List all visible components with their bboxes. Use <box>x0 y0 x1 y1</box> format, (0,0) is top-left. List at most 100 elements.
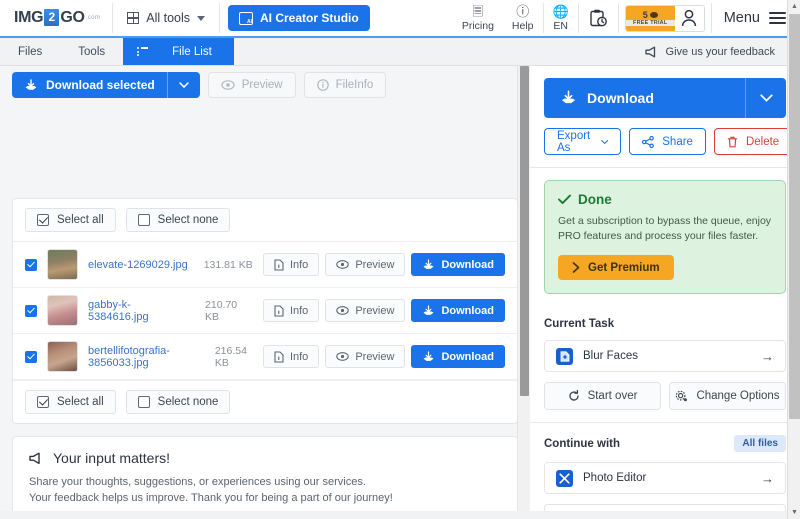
preview-button[interactable]: Preview <box>325 299 406 322</box>
tab-file-list[interactable]: File List <box>123 38 234 65</box>
file-name-link[interactable]: bertellifotografia-3856033.jpg <box>88 345 199 369</box>
download-button[interactable]: Download <box>411 345 505 368</box>
current-task-item[interactable]: Blur Faces → <box>544 340 786 372</box>
get-premium-label: Get Premium <box>588 261 660 274</box>
history-button[interactable] <box>579 0 618 37</box>
chevron-down-icon <box>759 94 773 102</box>
preview-button[interactable]: Preview <box>325 253 406 276</box>
start-over-button[interactable]: Start over <box>544 382 661 410</box>
give-feedback-link[interactable]: Give us your feedback <box>644 38 800 65</box>
done-title: Done <box>578 192 612 207</box>
row-checkbox[interactable] <box>25 258 37 271</box>
avatar[interactable] <box>674 5 704 31</box>
table-row[interactable]: gabby-k-5384616.jpg 210.70 KB Info Previ… <box>13 288 517 334</box>
info-label: Info <box>289 304 309 317</box>
empty-area <box>0 98 530 186</box>
download-selected-dropdown[interactable] <box>168 82 200 88</box>
eye-icon <box>221 80 235 90</box>
share-button[interactable]: Share <box>629 128 706 155</box>
language-selector[interactable]: 🌐 EN <box>544 0 578 37</box>
change-options-button[interactable]: Change Options <box>669 382 786 410</box>
select-none-button-bottom[interactable]: Select none <box>125 390 231 414</box>
pricing-link[interactable]: 🗏 Pricing <box>453 0 503 37</box>
download-button[interactable]: Download <box>411 299 505 322</box>
scroll-down-arrow[interactable]: ▼ <box>788 506 800 519</box>
all-files-badge[interactable]: All files <box>734 435 786 452</box>
ai-creator-studio-label: AI Creator Studio <box>260 11 359 25</box>
file-info-icon <box>274 258 284 271</box>
chevron-right-icon <box>572 262 580 273</box>
tag-icon: 🗏 <box>472 3 484 19</box>
file-size: 210.70 KB <box>205 298 238 323</box>
megaphone-icon <box>29 452 40 464</box>
preview-label: Preview <box>241 79 283 91</box>
all-tools-menu[interactable]: All tools <box>113 0 219 37</box>
row-actions: Info Preview Download <box>262 299 505 322</box>
delete-button[interactable]: Delete <box>713 128 793 155</box>
free-trial-account-box[interactable]: 5 FREE TRIAL <box>624 4 705 32</box>
checkbox-empty-icon <box>137 214 150 226</box>
download-button[interactable]: Download <box>411 253 505 276</box>
eye-icon <box>336 260 350 269</box>
list-icon <box>137 47 149 57</box>
left-pane-scrollbar[interactable] <box>517 66 530 519</box>
continue-with-section: Continue with All files Photo Editor → C… <box>530 423 800 519</box>
continue-item-photo-editor[interactable]: Photo Editor → <box>544 462 786 494</box>
select-all-button-bottom[interactable]: Select all <box>25 390 116 414</box>
done-status-card: Done Get a subscription to bypass the qu… <box>544 180 786 294</box>
tab-tools[interactable]: Tools <box>60 38 123 65</box>
file-name-link[interactable]: gabby-k-5384616.jpg <box>88 299 189 323</box>
tab-files[interactable]: Files <box>0 38 60 65</box>
info-button[interactable]: Info <box>262 345 320 368</box>
photo-editor-icon <box>556 469 573 487</box>
start-over-label: Start over <box>587 390 638 402</box>
continue-with-heading-row: Continue with All files <box>544 435 786 452</box>
current-task-heading: Current Task <box>544 318 615 330</box>
ai-creator-studio-button[interactable]: AI Creator Studio <box>228 5 370 31</box>
file-list-pane: Download selected Preview FileInfo Selec… <box>0 66 530 519</box>
tab-bar: Files Tools File List Give us your feedb… <box>0 38 800 66</box>
continue-with-heading: Continue with <box>544 437 621 450</box>
preview-button[interactable]: Preview <box>325 345 406 368</box>
grid-icon <box>127 12 140 24</box>
download-label: Download <box>441 350 494 363</box>
file-toolbar: Download selected Preview FileInfo <box>0 66 530 98</box>
check-icon <box>558 194 571 205</box>
table-row[interactable]: bertellifotografia-3856033.jpg 216.54 KB… <box>13 334 517 380</box>
export-as-button[interactable]: Export As <box>544 128 622 155</box>
download-button-main[interactable]: Download <box>544 78 786 118</box>
download-icon <box>25 78 37 90</box>
preview-button[interactable]: Preview <box>207 72 296 98</box>
left-scrollbar-thumb[interactable] <box>520 66 529 396</box>
select-row-top: Select all Select none <box>13 199 517 242</box>
select-none-button-top[interactable]: Select none <box>125 208 231 232</box>
fileinfo-button[interactable]: FileInfo <box>303 72 387 98</box>
file-thumbnail <box>47 295 78 326</box>
download-selected-button[interactable]: Download selected <box>12 72 200 98</box>
change-options-label: Change Options <box>696 390 780 402</box>
row-checkbox[interactable] <box>25 350 37 363</box>
file-name-link[interactable]: elevate-1269029.jpg <box>88 259 188 271</box>
feedback-line-1: Share your thoughts, suggestions, or exp… <box>29 476 366 488</box>
export-as-label: Export As <box>557 129 591 154</box>
info-label: Info <box>289 350 309 363</box>
help-label: Help <box>511 19 534 32</box>
get-premium-button[interactable]: Get Premium <box>558 255 674 280</box>
info-button[interactable]: Info <box>262 253 320 276</box>
site-logo[interactable]: IMG 2 GO .com <box>0 0 112 37</box>
share-icon <box>642 135 655 148</box>
help-link[interactable]: ⓘ Help <box>503 0 543 37</box>
page-scrollbar[interactable]: ▲ ▼ <box>787 0 800 519</box>
user-avatar-icon <box>682 9 697 27</box>
info-button[interactable]: Info <box>262 299 320 322</box>
current-task-label: Blur Faces <box>583 350 638 362</box>
page-scrollbar-thumb[interactable] <box>789 14 800 419</box>
table-row[interactable]: elevate-1269029.jpg 131.81 KB Info Previ… <box>13 242 517 288</box>
question-circle-icon: ⓘ <box>516 3 530 19</box>
preview-label: Preview <box>355 350 395 363</box>
scroll-up-arrow[interactable]: ▲ <box>788 0 800 13</box>
select-all-button-top[interactable]: Select all <box>25 208 116 232</box>
preview-label: Preview <box>355 304 395 317</box>
row-checkbox[interactable] <box>25 304 37 317</box>
download-dropdown-toggle[interactable] <box>746 94 786 102</box>
